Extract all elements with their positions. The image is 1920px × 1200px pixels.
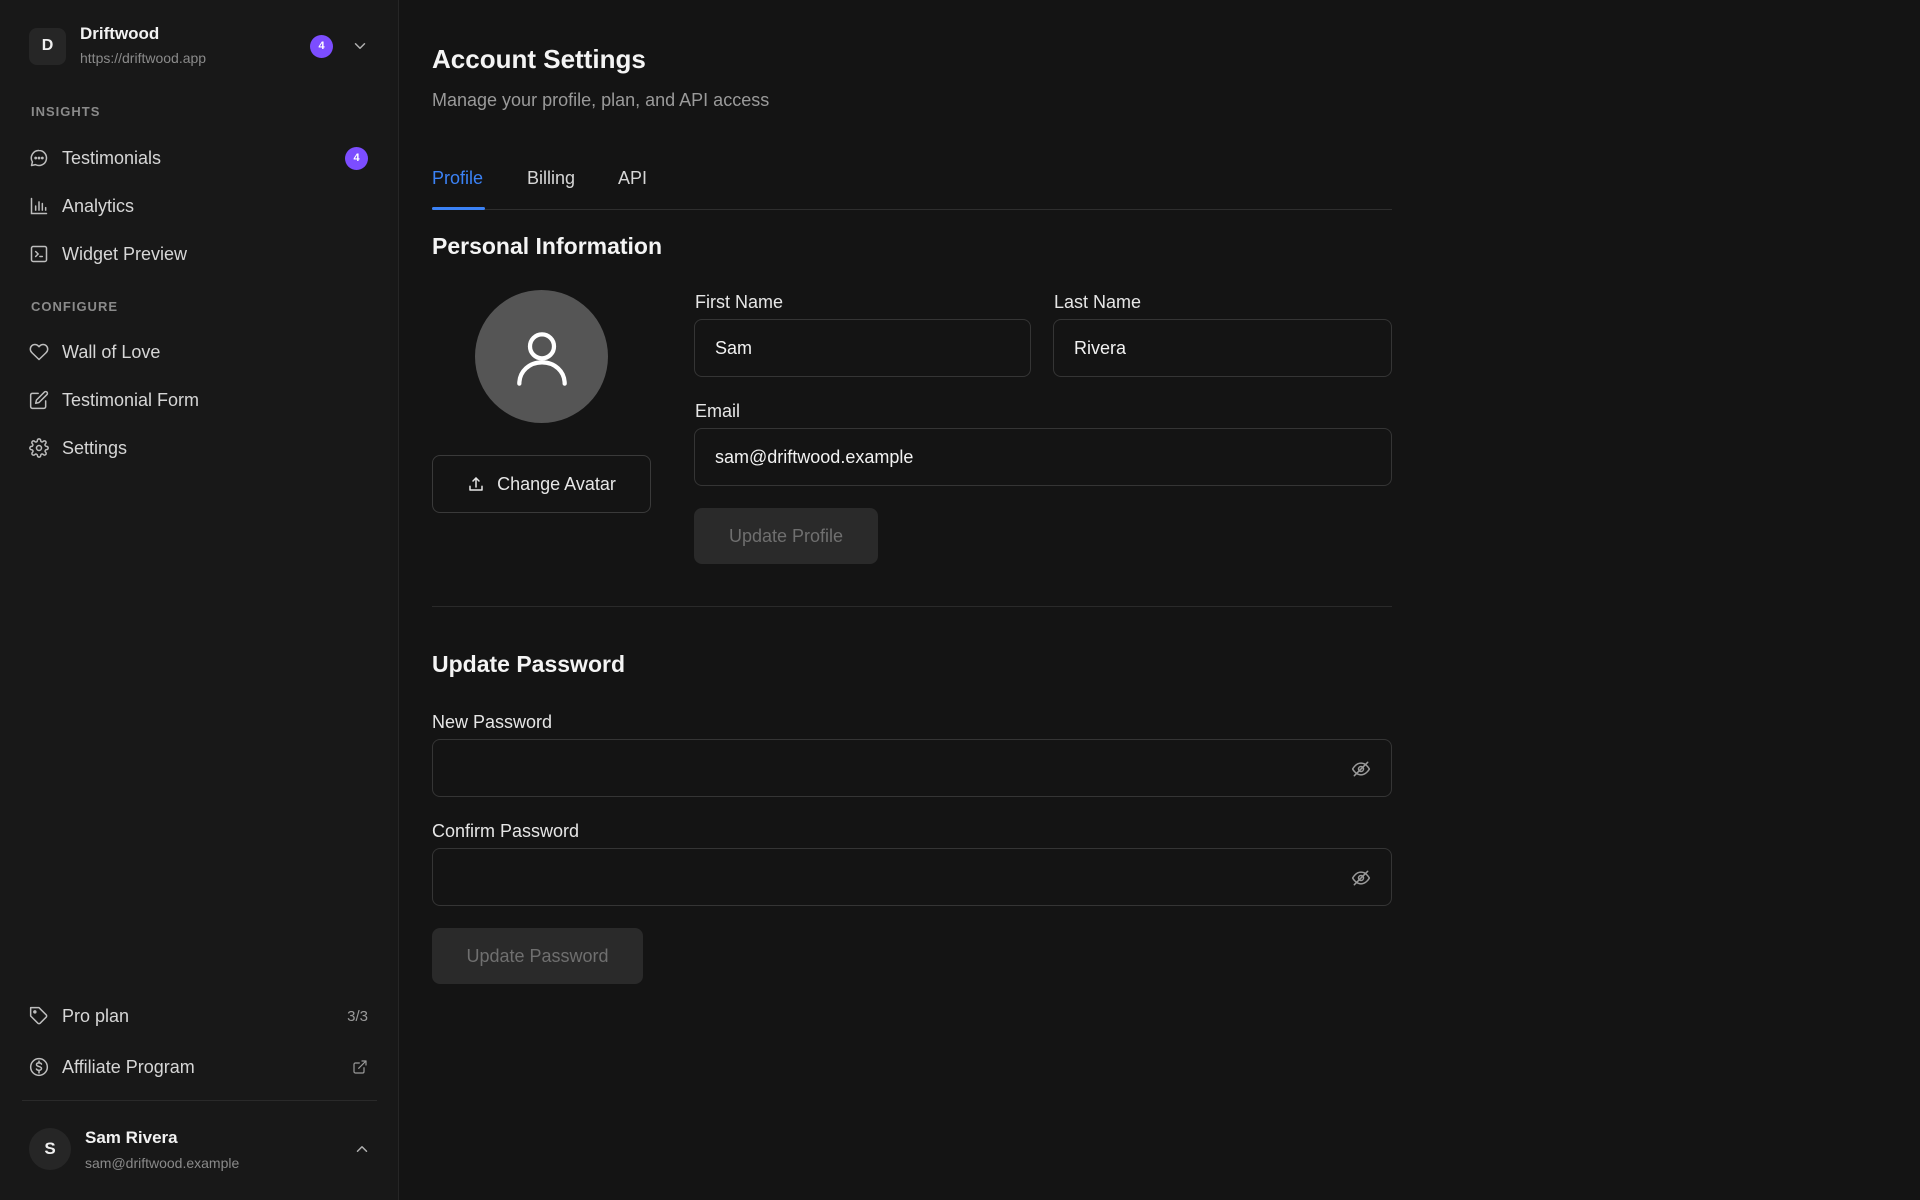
testimonials-badge: 4 <box>345 146 368 170</box>
first-name-field[interactable]: Sam <box>694 319 1031 377</box>
email-label: Email <box>695 401 741 421</box>
sidebar-item-label: Analytics <box>62 195 135 216</box>
page-title: Account Settings <box>432 44 646 74</box>
section-label-insights: INSIGHTS <box>31 104 101 119</box>
sidebar-item-label: Testimonials <box>62 147 162 168</box>
page-subtitle: Manage your profile, plan, and API acces… <box>432 90 770 110</box>
section-label-configure: CONFIGURE <box>31 299 118 314</box>
sidebar-item-pro-plan[interactable]: Pro plan 3/3 <box>28 998 370 1034</box>
sidebar-item-widget-preview[interactable]: Widget Preview <box>28 236 370 272</box>
user-menu[interactable]: S Sam Rivera sam@driftwood.example <box>29 1125 373 1173</box>
plan-usage-count: 3/3 <box>347 1007 368 1025</box>
user-email: sam@driftwood.example <box>85 1154 240 1171</box>
sidebar-item-label: Pro plan <box>62 1005 130 1026</box>
workspace-name: Driftwood <box>80 24 160 43</box>
eye-off-icon[interactable] <box>1351 759 1371 779</box>
last-name-field[interactable]: Rivera <box>1053 319 1392 377</box>
active-tab-indicator <box>432 207 485 210</box>
sidebar-item-testimonial-form[interactable]: Testimonial Form <box>28 382 370 418</box>
update-profile-button[interactable]: Update Profile <box>694 508 878 564</box>
avatar: S <box>29 1128 71 1170</box>
terminal-icon <box>28 243 50 265</box>
sidebar-item-label: Settings <box>62 437 128 458</box>
confirm-password-field[interactable] <box>432 848 1392 906</box>
edit-icon <box>28 389 50 411</box>
update-password-heading: Update Password <box>432 651 625 677</box>
chat-bubble-icon <box>28 147 50 169</box>
sidebar-item-label: Widget Preview <box>62 243 188 264</box>
sidebar-item-wall-of-love[interactable]: Wall of Love <box>28 334 370 370</box>
heart-icon <box>28 341 50 363</box>
email-field[interactable]: sam@driftwood.example <box>694 428 1392 486</box>
tab-billing[interactable]: Billing <box>527 168 575 189</box>
sidebar-item-label: Affiliate Program <box>62 1056 195 1077</box>
workspace-avatar: D <box>29 27 66 65</box>
sidebar-item-affiliate-program[interactable]: Affiliate Program <box>28 1049 370 1085</box>
tab-api[interactable]: API <box>618 168 647 189</box>
update-password-button[interactable]: Update Password <box>432 928 643 984</box>
personal-information-heading: Personal Information <box>432 233 663 259</box>
user-info: Sam Rivera sam@driftwood.example <box>85 1128 353 1171</box>
sidebar-item-label: Wall of Love <box>62 341 161 362</box>
tag-icon <box>28 1005 50 1027</box>
tab-profile[interactable]: Profile <box>432 168 483 189</box>
user-name: Sam Rivera <box>85 1127 178 1147</box>
section-divider <box>432 606 1392 607</box>
first-name-label: First Name <box>695 292 784 312</box>
gear-icon <box>28 437 50 459</box>
dollar-circle-icon <box>28 1056 50 1078</box>
workspace-url: https://driftwood.app <box>80 50 207 66</box>
sidebar-item-testimonials[interactable]: Testimonials 4 <box>28 140 370 176</box>
last-name-label: Last Name <box>1054 292 1142 312</box>
profile-avatar <box>475 290 608 423</box>
chevron-up-icon[interactable] <box>353 1140 371 1158</box>
new-password-label: New Password <box>432 712 553 732</box>
main-content: Account Settings Manage your profile, pl… <box>400 0 1920 1200</box>
confirm-password-label: Confirm Password <box>432 821 580 841</box>
upload-icon <box>467 475 485 493</box>
change-avatar-button[interactable]: Change Avatar <box>432 455 651 513</box>
chevron-down-icon[interactable] <box>351 37 369 55</box>
sidebar-divider <box>22 1100 377 1101</box>
new-password-field[interactable] <box>432 739 1392 797</box>
eye-off-icon[interactable] <box>1351 868 1371 888</box>
sidebar-item-analytics[interactable]: Analytics <box>28 188 370 224</box>
workspace-info: Driftwood https://driftwood.app <box>80 24 310 68</box>
workspace-badge: 4 <box>310 34 333 58</box>
bar-chart-icon <box>28 195 50 217</box>
workspace-switcher[interactable]: D Driftwood https://driftwood.app 4 <box>29 24 369 68</box>
change-avatar-label: Change Avatar <box>497 473 616 494</box>
sidebar: D Driftwood https://driftwood.app 4 INSI… <box>0 0 399 1200</box>
external-link-icon <box>352 1059 368 1075</box>
sidebar-item-settings[interactable]: Settings <box>28 430 370 466</box>
user-icon <box>510 325 574 389</box>
sidebar-item-label: Testimonial Form <box>62 389 200 410</box>
settings-tabs: Profile Billing API <box>432 158 1392 210</box>
